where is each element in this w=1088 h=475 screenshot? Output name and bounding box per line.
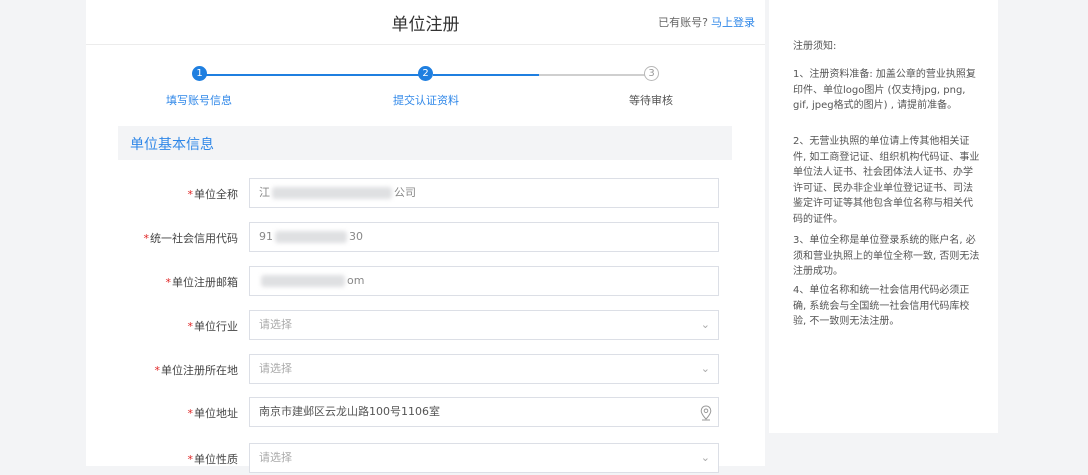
nature-placeholder: 请选择 — [259, 451, 292, 464]
field-label-location: *单位注册所在地 — [154, 364, 239, 377]
field-label-company-name: *单位全称 — [187, 188, 239, 201]
login-prompt: 已有账号? 马上登录 — [658, 14, 755, 30]
nature-select[interactable]: 请选择 ⌄ — [249, 443, 719, 473]
notice-item-2: 2、无营业执照的单位请上传其他相关证件, 如工商登记证、组织机构代码证、事业单位… — [793, 136, 980, 225]
notice-item-1: 1、注册资料准备: 加盖公章的营业执照复印件、单位logo图片 (仅支持jpg,… — [793, 69, 976, 111]
form-row-address: *单位地址 南京市建邺区云龙山路100号1106室 — [86, 397, 765, 429]
notice-item-3: 3、单位全称是单位登录系统的账户名, 必须和营业执照上的单位全称一致, 否则无法… — [793, 235, 980, 277]
form-row-email: *单位注册邮箱 om — [86, 266, 765, 298]
registration-panel: 单位注册 已有账号? 马上登录 1 2 3 填写账号信息 提交认证资料 等待审核 … — [86, 0, 765, 473]
redacted-text — [272, 187, 392, 199]
field-label-address: *单位地址 — [187, 407, 239, 420]
required-mark: * — [187, 407, 194, 420]
section-header: 单位基本信息 — [118, 126, 732, 160]
required-mark: * — [187, 320, 194, 333]
address-value: 南京市建邺区云龙山路100号1106室 — [259, 405, 440, 418]
chevron-down-icon: ⌄ — [700, 318, 710, 331]
credit-code-value-start: 91 — [259, 230, 273, 243]
form-row-industry: *单位行业 请选择 ⌄ — [86, 310, 765, 342]
step-connector-1-2 — [204, 74, 428, 76]
field-label-nature: *单位性质 — [187, 453, 239, 466]
form-row-nature: *单位性质 请选择 ⌄ — [86, 443, 765, 475]
form-row-location: *单位注册所在地 请选择 ⌄ — [86, 354, 765, 386]
login-prompt-text: 已有账号? — [658, 16, 708, 29]
credit-code-input[interactable]: 91 30 — [249, 222, 719, 252]
page-header: 单位注册 已有账号? 马上登录 — [86, 0, 765, 45]
step-3-label: 等待审核 — [629, 94, 673, 107]
step-connector-2-progress — [433, 74, 539, 76]
progress-steps: 1 2 3 填写账号信息 提交认证资料 等待审核 — [86, 60, 765, 110]
redacted-text — [275, 231, 347, 243]
email-value-end: om — [347, 274, 365, 287]
required-mark: * — [165, 276, 172, 289]
step-1-node: 1 — [192, 66, 207, 81]
required-mark: * — [154, 364, 161, 377]
notice-title: 注册须知: — [793, 41, 837, 52]
location-select[interactable]: 请选择 ⌄ — [249, 354, 719, 384]
location-placeholder: 请选择 — [259, 362, 292, 375]
required-mark: * — [187, 453, 194, 466]
field-label-credit-code: *统一社会信用代码 — [143, 232, 239, 245]
step-2-node: 2 — [418, 66, 433, 81]
field-label-email: *单位注册邮箱 — [165, 276, 239, 289]
notice-panel: 注册须知: 1、注册资料准备: 加盖公章的营业执照复印件、单位logo图片 (仅… — [769, 0, 998, 433]
field-label-industry: *单位行业 — [187, 320, 239, 333]
step-connector-2-3 — [539, 74, 645, 76]
industry-select[interactable]: 请选择 ⌄ — [249, 310, 719, 340]
form-row-company-name: *单位全称 江 公司 — [86, 178, 765, 210]
company-name-value-end: 公司 — [394, 186, 416, 199]
address-input[interactable]: 南京市建邺区云龙山路100号1106室 — [249, 397, 719, 427]
email-input[interactable]: om — [249, 266, 719, 296]
notice-item-4: 4、单位名称和统一社会信用代码必须正确, 系统会与全国统一社会信用代码库校验, … — [793, 285, 970, 327]
industry-placeholder: 请选择 — [259, 318, 292, 331]
form-row-credit-code: *统一社会信用代码 91 30 — [86, 222, 765, 254]
step-3-node: 3 — [644, 66, 659, 81]
chevron-down-icon: ⌄ — [700, 362, 710, 375]
required-mark: * — [143, 232, 150, 245]
login-link[interactable]: 马上登录 — [711, 16, 755, 29]
credit-code-value-end: 30 — [349, 230, 363, 243]
section-title: 单位基本信息 — [130, 137, 214, 153]
step-2-label: 提交认证资料 — [393, 94, 459, 107]
chevron-down-icon: ⌄ — [700, 451, 710, 464]
company-name-value-start: 江 — [259, 186, 270, 199]
step-1-label: 填写账号信息 — [166, 94, 232, 107]
redacted-text — [261, 275, 345, 287]
required-mark: * — [187, 188, 194, 201]
location-pin-icon[interactable] — [700, 404, 712, 432]
company-name-input[interactable]: 江 公司 — [249, 178, 719, 208]
